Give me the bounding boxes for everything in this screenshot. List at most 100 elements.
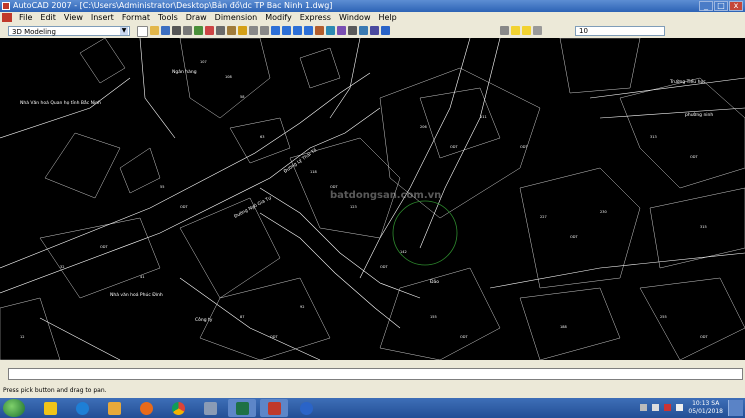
- undo-icon[interactable]: [249, 26, 258, 35]
- lock-icon[interactable]: [533, 26, 542, 35]
- menu-help[interactable]: Help: [375, 12, 401, 24]
- close-button[interactable]: x: [729, 1, 743, 11]
- map-label-ward: phường ninh: [685, 111, 713, 118]
- svg-text:58: 58: [240, 95, 244, 99]
- menu-dimension[interactable]: Dimension: [211, 12, 262, 24]
- standard-toolbar: 3D Modeling ▼ 10: [0, 24, 745, 39]
- menu-express[interactable]: Express: [296, 12, 335, 24]
- minimize-button[interactable]: _: [699, 1, 713, 11]
- watermark: batdongsan.com.vn: [330, 190, 441, 201]
- save-icon[interactable]: [161, 26, 170, 35]
- window-controls: _ □ x: [699, 1, 743, 11]
- layer-dropdown[interactable]: 10: [575, 26, 665, 36]
- road-edge-3: [259, 187, 421, 299]
- layer-toolbar-icons: [500, 26, 542, 35]
- print-icon[interactable]: [172, 26, 181, 35]
- match-properties-icon[interactable]: [238, 26, 247, 35]
- road-edge-11: [139, 38, 176, 139]
- svg-text:12: 12: [20, 335, 24, 339]
- media-player-icon: [139, 401, 153, 415]
- autocad-app-icon[interactable]: [2, 2, 10, 10]
- publish-icon[interactable]: [194, 26, 203, 35]
- zoom-window-icon[interactable]: [293, 26, 302, 35]
- document-icon[interactable]: [2, 13, 12, 22]
- paste-icon[interactable]: [227, 26, 236, 35]
- tray-flag-icon[interactable]: [640, 404, 647, 411]
- menu-edit[interactable]: Edit: [36, 12, 60, 24]
- zoom-realtime-icon[interactable]: [282, 26, 291, 35]
- taskbar-explorer[interactable]: [36, 399, 64, 417]
- layer-manager-icon[interactable]: [500, 26, 509, 35]
- svg-text:315: 315: [700, 225, 707, 229]
- svg-text:55: 55: [160, 185, 164, 189]
- window-title: AutoCAD 2007 - [C:\Users\Administrator\D…: [13, 1, 333, 10]
- maximize-button[interactable]: □: [714, 1, 728, 11]
- system-clock[interactable]: 10:13 SA 05/01/2018: [688, 400, 723, 416]
- parcel-12: [179, 197, 281, 299]
- cut-icon[interactable]: [205, 26, 214, 35]
- design-center-icon[interactable]: [326, 26, 335, 35]
- menu-window[interactable]: Window: [335, 12, 375, 24]
- pan-icon[interactable]: [271, 26, 280, 35]
- taskbar-excel[interactable]: [228, 399, 256, 417]
- svg-text:ODT: ODT: [520, 145, 528, 149]
- workspace-dropdown[interactable]: 3D Modeling ▼: [8, 26, 130, 36]
- svg-text:92: 92: [300, 305, 304, 309]
- road-edge-10: [489, 252, 745, 289]
- svg-text:188: 188: [560, 325, 567, 329]
- taskbar-media-player[interactable]: [132, 399, 160, 417]
- taskbar-help[interactable]: [292, 399, 320, 417]
- tool-palettes-icon[interactable]: [337, 26, 346, 35]
- menu-tools[interactable]: Tools: [154, 12, 182, 24]
- markup-icon[interactable]: [359, 26, 368, 35]
- show-desktop-button[interactable]: [728, 400, 743, 416]
- quickcalc-icon[interactable]: [370, 26, 379, 35]
- parcel-18: [419, 87, 501, 159]
- sun-icon[interactable]: [522, 26, 531, 35]
- layer-value: 10: [579, 27, 588, 35]
- parcel-3: [79, 38, 126, 84]
- taskbar-ie[interactable]: [68, 399, 96, 417]
- tray-volume-icon[interactable]: [676, 404, 683, 411]
- help-icon[interactable]: [381, 26, 390, 35]
- toolbar-icons: [137, 26, 390, 37]
- zoom-previous-icon[interactable]: [304, 26, 313, 35]
- tray-alert-icon[interactable]: [664, 404, 671, 411]
- parcel-14: [379, 267, 501, 360]
- road-edge-5: [359, 38, 471, 279]
- svg-text:ODT: ODT: [100, 245, 108, 249]
- menu-file[interactable]: File: [15, 12, 36, 24]
- tray-network-icon[interactable]: [652, 404, 659, 411]
- menu-format[interactable]: Format: [118, 12, 154, 24]
- menu-modify[interactable]: Modify: [261, 12, 296, 24]
- svg-text:ODT: ODT: [570, 235, 578, 239]
- autocad-icon: [267, 401, 281, 415]
- map-label-bank: Ngân hàng: [172, 68, 197, 75]
- menu-insert[interactable]: Insert: [87, 12, 118, 24]
- sheet-set-icon[interactable]: [348, 26, 357, 35]
- parcel-20: [229, 117, 291, 164]
- lightbulb-icon[interactable]: [511, 26, 520, 35]
- new-icon[interactable]: [137, 26, 148, 37]
- svg-text:ODT: ODT: [180, 205, 188, 209]
- taskbar-autocad[interactable]: [260, 399, 288, 417]
- svg-text:155: 155: [430, 315, 437, 319]
- copy-icon[interactable]: [216, 26, 225, 35]
- svg-text:ODT: ODT: [380, 265, 388, 269]
- taskbar-calculator[interactable]: [196, 399, 224, 417]
- chevron-down-icon[interactable]: ▼: [120, 27, 128, 35]
- redo-icon[interactable]: [260, 26, 269, 35]
- command-line[interactable]: [8, 368, 743, 380]
- open-icon[interactable]: [150, 26, 159, 35]
- map-label-street-1: Đường Ngô Gia Tự: [233, 194, 274, 220]
- workspace-value: 3D Modeling: [12, 28, 56, 36]
- plot-preview-icon[interactable]: [183, 26, 192, 35]
- menu-draw[interactable]: Draw: [182, 12, 211, 24]
- taskbar-folder[interactable]: [100, 399, 128, 417]
- properties-icon[interactable]: [315, 26, 324, 35]
- taskbar-chrome[interactable]: [164, 399, 192, 417]
- start-button[interactable]: [3, 399, 25, 417]
- menu-view[interactable]: View: [60, 12, 87, 24]
- drawing-canvas[interactable]: 107 108 58 118 ODT 123 206 ODT 211 227 ODT 230 3…: [0, 38, 745, 360]
- road-edge-8: [589, 77, 745, 99]
